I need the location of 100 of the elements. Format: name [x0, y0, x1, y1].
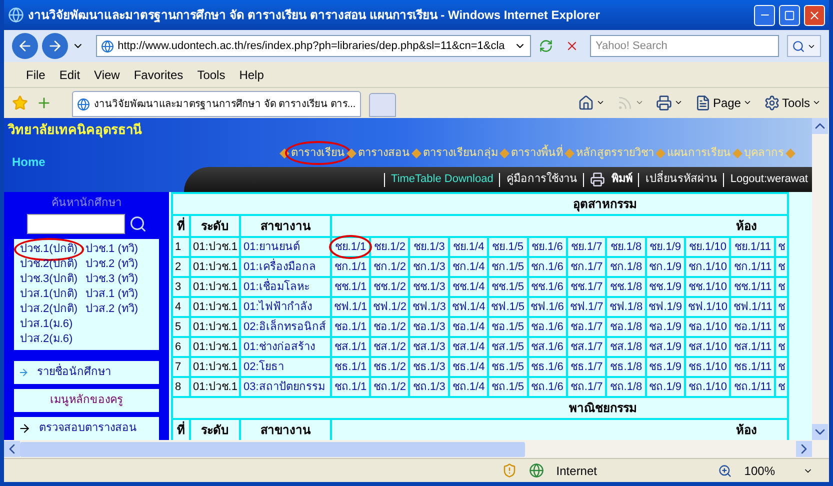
check-schedule-link[interactable]: ตรวจสอบตารางสอน — [14, 416, 159, 440]
student-search-field[interactable] — [26, 214, 124, 234]
class-link[interactable]: ปวช.3(ปกติ) — [20, 272, 78, 284]
home-icon — [578, 94, 594, 110]
back-button[interactable] — [12, 33, 38, 59]
page-button[interactable]: Page — [694, 94, 752, 112]
forward-button[interactable] — [42, 33, 68, 59]
search-icon[interactable] — [128, 214, 146, 232]
class-link[interactable]: ปวส.2(ปกติ) — [20, 302, 78, 314]
arrow-icon — [18, 366, 29, 378]
menu-item[interactable]: File — [26, 66, 46, 84]
column-header: ระดับ — [201, 218, 230, 233]
scroll-right-icon[interactable] — [796, 441, 812, 457]
column-header: สาขางาน — [260, 422, 311, 437]
table-cell: 01:ปวช.1 — [193, 340, 238, 353]
close-icon — [808, 8, 821, 22]
zoom-level[interactable]: 100% — [744, 462, 775, 480]
window-title: งานวิจัยพัฒนาและมาตรฐานการศึกษา จัด ตารางเรียน ตารางสอน แผนการเรียน - Windows Internet Explorer — [28, 7, 601, 24]
menu-item[interactable]: Help — [239, 66, 264, 84]
class-link[interactable]: ปวส.1(ม.6) — [20, 318, 73, 330]
class-link[interactable]: ปวช.1 (ทวิ) — [86, 242, 138, 254]
search-field[interactable]: Yahoo! Search — [590, 35, 780, 57]
table-cell: 01:ปวช.1 — [193, 300, 238, 313]
tools-button[interactable]: Tools — [764, 94, 821, 112]
table-cell: 01:ปวช.1 — [193, 260, 238, 273]
nav-link[interactable]: ตารางสอน — [358, 146, 410, 159]
page-icon — [77, 98, 90, 110]
page-icon — [100, 40, 114, 52]
toolbar-link[interactable]: เปลี่ยนรหัสผ่าน — [645, 171, 718, 188]
college-name: วิทยาลัยเทคนิคอุดรธานี — [6, 121, 143, 140]
scroll-down-icon[interactable] — [812, 424, 828, 440]
shield-warning-icon — [502, 463, 518, 478]
column-header: ที่ — [177, 422, 185, 437]
bullet-icon — [732, 148, 742, 158]
favorites-star-icon[interactable] — [12, 94, 28, 110]
section-title: อุตสาหกรรม — [573, 196, 638, 211]
caret-icon — [742, 98, 752, 107]
bullet-icon — [346, 148, 356, 158]
browser-tab[interactable]: งานวิจัยพัฒนาและมาตรฐานการศึกษา จัด ตารางเรียน ตาร... — [72, 91, 361, 117]
printer-icon — [656, 94, 672, 110]
caret-icon — [634, 98, 644, 107]
menu-item[interactable]: Favorites — [134, 66, 184, 84]
toolbar-link[interactable]: TimeTable Download — [391, 171, 494, 188]
bullet-icon — [500, 148, 510, 158]
scroll-left-icon[interactable] — [4, 441, 20, 457]
caret-icon — [596, 98, 605, 107]
menu-item[interactable]: Edit — [59, 66, 80, 84]
class-link[interactable]: ปวส.1(ปกติ) — [20, 288, 78, 300]
student-list-link[interactable]: รายชื่อนักศึกษา — [14, 360, 159, 384]
add-favorite-icon[interactable] — [36, 94, 52, 110]
search-button[interactable] — [787, 35, 822, 57]
teacher-menu-heading: เมนูหลักของครู — [14, 388, 159, 412]
scroll-up-icon[interactable] — [812, 118, 828, 134]
bullet-icon — [564, 148, 574, 158]
globe-icon — [529, 463, 544, 478]
minimize-button[interactable] — [754, 4, 775, 26]
printer-icon — [590, 172, 606, 187]
class-link[interactable]: ปวช.2 (ทวิ) — [86, 258, 138, 270]
browser-icon — [8, 7, 24, 23]
home-link[interactable]: Home — [12, 155, 46, 169]
table-cell: 7 — [175, 360, 182, 373]
scrollbar-thumb[interactable] — [20, 442, 525, 456]
table-cell: 01:ปวช.1 — [193, 360, 238, 373]
nav-link[interactable]: ตารางเรียน — [291, 146, 345, 159]
table-cell: 5 — [175, 320, 182, 333]
address-field[interactable]: http://www.udontech.ac.th/res/index.php?ph=libraries/dep.php&sl=11&cn=1&cla — [96, 35, 531, 57]
toolbar-link[interactable]: Logout:werawat — [730, 171, 808, 188]
forward-arrow-icon — [46, 38, 63, 54]
maximize-button[interactable] — [779, 4, 800, 26]
caret-icon — [674, 98, 683, 107]
horizontal-scrollbar[interactable] — [4, 440, 829, 458]
table-cell: 8 — [175, 380, 182, 393]
class-link[interactable]: ปวช.3 (ทวิ) — [86, 272, 138, 284]
table-cell: 3 — [175, 280, 182, 293]
class-link[interactable]: ปวส.1 (ทวิ) — [86, 288, 138, 300]
class-link[interactable]: ปวส.2 (ทวิ) — [86, 302, 138, 314]
menu-item[interactable]: View — [94, 66, 120, 84]
gear-icon — [764, 94, 780, 110]
vertical-scrollbar[interactable] — [812, 118, 829, 440]
class-link[interactable]: ปวช.1(ปกติ) — [20, 242, 78, 254]
toolbar-link[interactable]: คู่มือการใช้งาน — [506, 171, 578, 188]
back-arrow-icon — [16, 38, 33, 54]
search-icon — [792, 40, 806, 52]
column-header: ห้อง — [736, 422, 758, 437]
bullet-icon — [412, 148, 422, 158]
feed-icon — [616, 94, 633, 110]
table-cell: 2 — [175, 260, 182, 273]
toolbar-link[interactable]: พิมพ์ — [611, 171, 632, 188]
column-header: ห้อง — [736, 218, 758, 233]
column-header: สาขางาน — [260, 218, 311, 233]
menu-item[interactable]: Tools — [197, 66, 226, 84]
caret-icon — [812, 98, 821, 107]
class-link[interactable]: ปวส.2(ม.6) — [20, 332, 73, 344]
refresh-icon — [538, 39, 553, 53]
class-link[interactable]: ปวช.2(ปกติ) — [20, 258, 78, 270]
home-button[interactable] — [578, 94, 605, 110]
page-icon — [694, 94, 711, 110]
table-cell: 01:ปวช.1 — [193, 380, 238, 393]
close-button[interactable] — [804, 4, 825, 26]
print-button[interactable] — [656, 94, 683, 110]
